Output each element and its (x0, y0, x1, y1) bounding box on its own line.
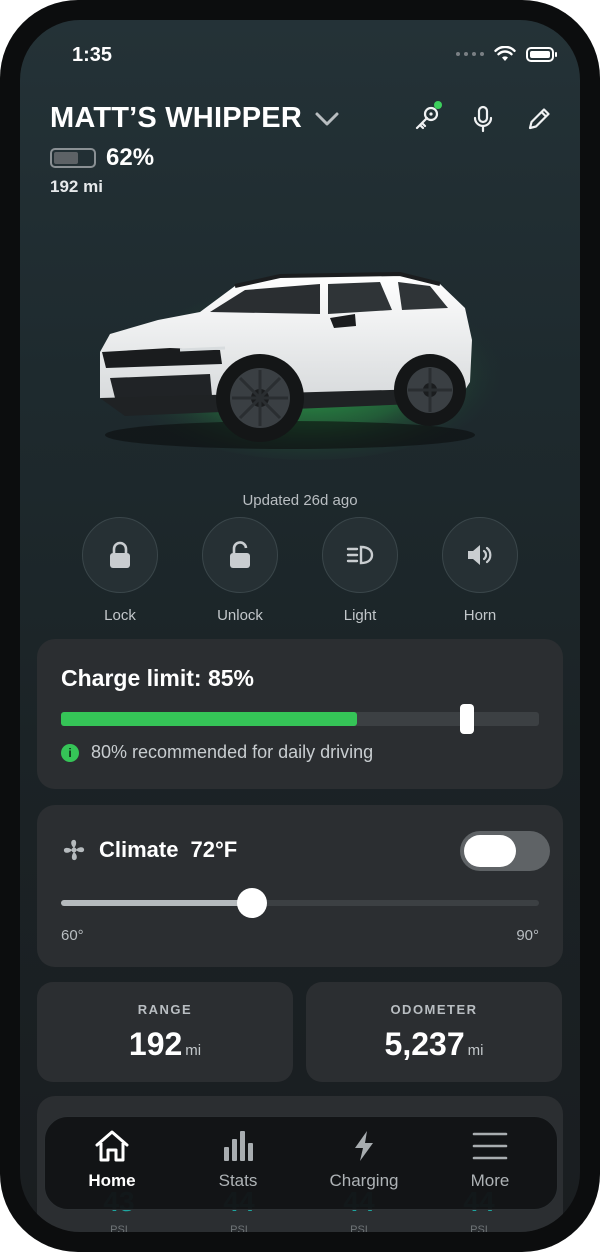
range-unit: mi (185, 1042, 202, 1059)
range-label: RANGE (137, 1002, 193, 1017)
tire-unit: PSI (110, 1224, 128, 1232)
horn-button[interactable]: Horn (442, 517, 518, 624)
cellular-icon (456, 52, 484, 56)
info-icon: i (61, 743, 79, 762)
tab-charging-label: Charging (329, 1171, 399, 1190)
status-battery-icon (526, 46, 557, 62)
vehicle-name: MATT’S WHIPPER (50, 102, 302, 134)
vehicle-image (100, 270, 500, 460)
range-card: RANGE 192 mi (37, 982, 293, 1082)
headlight-icon (346, 545, 374, 565)
light-button[interactable]: Light (322, 517, 398, 624)
menu-icon (472, 1132, 508, 1160)
tire-unit: PSI (230, 1224, 248, 1232)
climate-label: Climate (99, 837, 179, 862)
odometer-unit: mi (467, 1042, 484, 1059)
climate-temperature-slider[interactable] (61, 888, 539, 918)
vehicle-selector[interactable]: MATT’S WHIPPER (50, 102, 342, 135)
light-label: Light (343, 607, 377, 624)
tire-unit: PSI (350, 1224, 368, 1232)
odometer-value: 5,237 (384, 1026, 465, 1062)
climate-card: Climate 72°F 60° 90° (37, 805, 563, 967)
fan-icon (63, 839, 85, 861)
home-icon (95, 1130, 129, 1162)
charge-recommendation: i 80% recommended for daily driving (61, 742, 373, 763)
climate-header: Climate 72°F (61, 837, 237, 863)
charge-note: 80% recommended for daily driving (91, 742, 374, 762)
chevron-down-icon (315, 112, 339, 125)
charge-level-fill (61, 712, 358, 726)
odometer-label: ODOMETER (390, 1002, 478, 1017)
battery-percent: 62% (106, 144, 155, 171)
lock-icon (110, 541, 130, 568)
speaker-icon (468, 545, 492, 565)
wifi-icon (494, 46, 516, 61)
app-screen: 1:35 MATT’S WHIPPER 62% 192 mi Updated 2… (20, 20, 580, 1232)
climate-toggle[interactable] (460, 831, 550, 871)
climate-slider-handle[interactable] (237, 888, 268, 918)
connection-status-dot (434, 101, 442, 109)
lock-label: Lock (104, 607, 136, 624)
last-updated: Updated 26d ago (242, 492, 358, 509)
battery-icon (50, 148, 96, 168)
range-value: 192 (128, 1026, 183, 1062)
lightning-icon (355, 1131, 373, 1161)
phone-frame: 1:35 MATT’S WHIPPER 62% 192 mi Updated 2… (0, 0, 600, 1252)
tire-unit: PSI (470, 1224, 488, 1232)
status-icons (456, 46, 557, 62)
charge-limit-handle[interactable] (460, 704, 475, 734)
edit-icon[interactable] (524, 104, 554, 134)
odometer-card: ODOMETER 5,237 mi (306, 982, 562, 1082)
tab-bar: Home Stats Charging More (44, 1116, 558, 1210)
tab-more[interactable]: More (435, 1129, 545, 1191)
tab-charging[interactable]: Charging (309, 1129, 419, 1191)
climate-min-label: 60° (61, 927, 84, 944)
bar-chart-icon (224, 1131, 253, 1161)
unlock-button[interactable]: Unlock (202, 517, 278, 624)
horn-label: Horn (463, 607, 497, 624)
charge-limit-slider[interactable] (61, 704, 539, 734)
tab-stats[interactable]: Stats (183, 1129, 293, 1191)
climate-max-label: 90° (516, 927, 539, 944)
tab-stats-label: Stats (218, 1171, 258, 1190)
range-summary: 192 mi (50, 177, 103, 196)
tab-more-label: More (470, 1171, 510, 1190)
status-time: 1:35 (72, 44, 113, 66)
charge-limit-card: Charge limit: 85% i 80% recommended for … (37, 639, 563, 789)
lock-button[interactable]: Lock (82, 517, 158, 624)
unlock-label: Unlock (217, 607, 263, 624)
battery-status: 62% (50, 144, 154, 172)
unlock-icon (230, 541, 250, 568)
tab-home-label: Home (88, 1171, 136, 1190)
tab-home[interactable]: Home (57, 1129, 167, 1191)
charge-limit-title: Charge limit: 85% (61, 665, 254, 691)
climate-temperature: 72°F (190, 837, 238, 862)
microphone-icon[interactable] (468, 104, 498, 134)
